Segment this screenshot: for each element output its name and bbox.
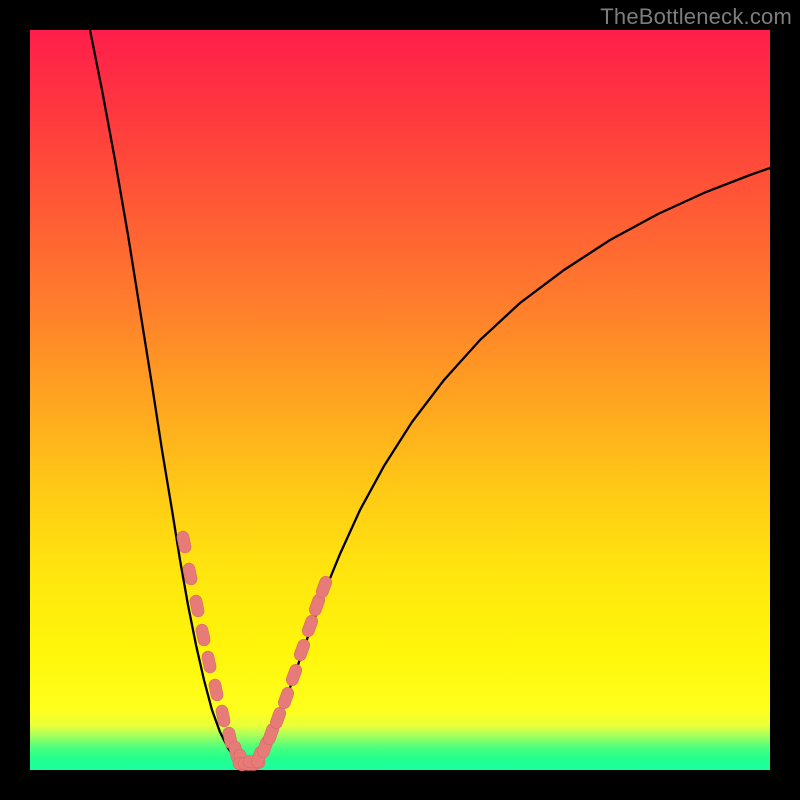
data-marker (285, 663, 304, 688)
data-marker (195, 623, 211, 647)
data-marker (293, 638, 312, 663)
data-marker (208, 678, 224, 702)
bottleneck-curve (30, 30, 770, 770)
watermark-text: TheBottleneck.com (600, 4, 792, 30)
data-marker (277, 686, 296, 711)
bottleneck-curve-path (90, 30, 770, 764)
plot-area (30, 30, 770, 770)
data-marker (189, 594, 205, 618)
chart-frame: TheBottleneck.com (0, 0, 800, 800)
data-marker (201, 650, 217, 674)
data-marker (301, 614, 320, 639)
data-marker (315, 575, 334, 600)
data-marker (269, 706, 288, 731)
data-marker-layer (176, 530, 334, 772)
